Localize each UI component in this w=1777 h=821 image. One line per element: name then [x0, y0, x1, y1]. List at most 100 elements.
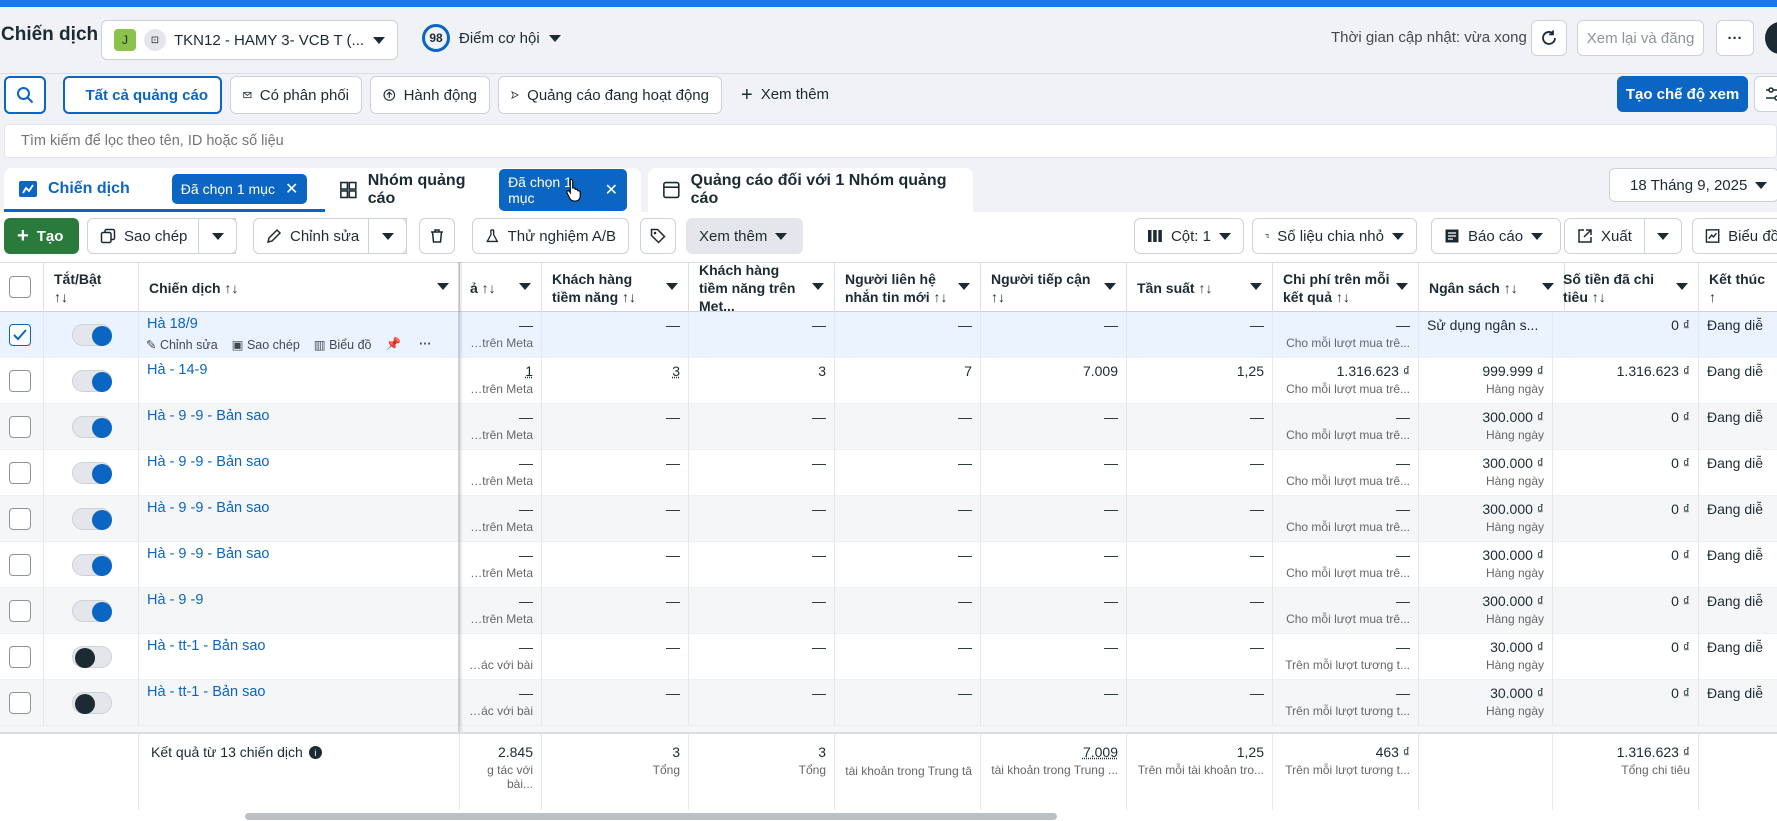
table-row[interactable]: Hà - 9 -9 — nua trên Meta — — — — — — Cho mỗi lượ… — [0, 588, 1777, 634]
campaign-toggle[interactable] — [72, 370, 112, 392]
create-button[interactable]: + Tạo — [4, 218, 79, 254]
campaign-name-link[interactable]: Hà - 9 -9 - Bản sao — [147, 408, 270, 424]
select-all-checkbox[interactable] — [9, 276, 31, 298]
delete-button[interactable] — [419, 218, 455, 254]
account-selector[interactable]: J ⊡ TKN12 - HAMY 3- VCB T (... — [101, 20, 398, 60]
export-button[interactable]: Xuất — [1564, 218, 1645, 254]
header-select-all[interactable] — [0, 263, 44, 313]
breakdown-button[interactable]: Số liệu chia nhỏ — [1252, 218, 1417, 254]
filter-more[interactable]: + Xem thêm — [741, 85, 829, 105]
table-row[interactable]: Hà - tt-1 - Bản sao—g tác với bài ...———… — [0, 680, 1777, 726]
campaign-toggle[interactable] — [72, 646, 112, 668]
tab-campaigns[interactable]: Chiến dịch Đã chọn 1 mục ✕ — [4, 168, 336, 212]
tab-adsets[interactable]: Nhóm quảng cáo Đã chọn 1 mục ✕ — [325, 168, 641, 212]
campaign-toggle[interactable] — [72, 324, 112, 346]
campaign-toggle[interactable] — [72, 692, 112, 714]
more-options-button[interactable]: ··· — [1716, 20, 1754, 56]
campaign-toggle[interactable] — [72, 416, 112, 438]
header-frequency[interactable]: Tần suất ↑↓ — [1127, 263, 1273, 313]
row-checkbox[interactable] — [9, 416, 31, 438]
edit-dropdown-button[interactable] — [368, 218, 407, 254]
ab-test-button[interactable]: Thử nghiệm A/B — [472, 218, 629, 254]
export-dropdown-button[interactable] — [1644, 218, 1682, 254]
row-checkbox[interactable] — [9, 646, 31, 668]
header-contacts[interactable]: Người liên hệ nhắn tin mới ↑↓ — [835, 263, 981, 313]
more-icon[interactable]: ··· — [419, 337, 432, 352]
filter-delivering[interactable]: Có phân phối — [230, 76, 362, 114]
header-cost[interactable]: Chi phí trên mỗi kết quả ↑↓ — [1273, 263, 1419, 313]
header-results[interactable]: ả ↑↓ — [460, 263, 542, 313]
avatar[interactable] — [1765, 22, 1777, 54]
row-edit-action[interactable]: ✎ Chỉnh sửa — [146, 337, 218, 352]
campaign-toggle[interactable] — [72, 554, 112, 576]
header-toggle[interactable]: Tắt/Bật ↑↓ — [44, 263, 139, 313]
row-checkbox[interactable] — [9, 324, 31, 346]
tab-ads[interactable]: Quảng cáo đối với 1 Nhóm quảng cáo — [648, 168, 973, 212]
cell-re: — — [981, 634, 1127, 680]
adsets-selected-pill[interactable]: Đã chọn 1 mục ✕ — [499, 169, 627, 211]
cell-value: — — [1396, 409, 1410, 425]
campaign-name-link[interactable]: Hà 18/9 — [147, 316, 198, 332]
campaign-name-link[interactable]: Hà - 14-9 — [147, 362, 207, 378]
cell-subtext: Hàng ngày — [1485, 612, 1544, 626]
campaigns-selected-pill[interactable]: Đã chọn 1 mục ✕ — [171, 173, 308, 204]
campaign-name-link[interactable]: Hà - 9 -9 - Bản sao — [147, 454, 270, 470]
campaign-toggle[interactable] — [72, 508, 112, 530]
table-row[interactable]: Hà - 14-9 1 nua trên Meta 3 3 7 7.009 1,25 1.316… — [0, 358, 1777, 404]
review-publish-button[interactable]: Xem lại và đăng — [1577, 20, 1704, 56]
row-checkbox[interactable] — [9, 370, 31, 392]
toolbar-more-button[interactable]: Xem thêm — [686, 218, 803, 254]
close-icon[interactable]: ✕ — [285, 179, 298, 199]
row-checkbox[interactable] — [9, 600, 31, 622]
header-spent[interactable]: Số tiền đã chi tiêu ↑↓ — [1553, 263, 1699, 313]
header-campaign[interactable]: Chiến dịch ↑↓ — [139, 263, 460, 313]
opportunity-score[interactable]: 98 Điểm cơ hội — [422, 24, 561, 52]
tag-button[interactable] — [640, 218, 676, 254]
row-chart-action[interactable]: ▥ Biểu đồ — [314, 337, 372, 352]
reports-button[interactable]: Báo cáo — [1431, 218, 1561, 254]
row-checkbox[interactable] — [9, 554, 31, 576]
search-button[interactable] — [4, 76, 46, 114]
row-name-cell: Hà - 9 -9 — [139, 588, 460, 634]
view-settings-button[interactable] — [1754, 76, 1777, 112]
row-checkbox[interactable] — [9, 508, 31, 530]
header-potential[interactable]: Khách hàng tiềm năng ↑↓ — [542, 263, 689, 313]
info-icon[interactable]: i — [308, 746, 322, 759]
create-view-button[interactable]: Tạo chế độ xem — [1617, 76, 1748, 112]
columns-button[interactable]: Cột: 1 — [1134, 218, 1244, 254]
header-end[interactable]: Kết thúc ↑ — [1699, 263, 1777, 313]
filter-active-ads[interactable]: Quảng cáo đang hoạt động — [498, 76, 722, 114]
campaign-name-link[interactable]: Hà - 9 -9 — [147, 592, 203, 608]
table-row[interactable]: Hà - 9 -9 - Bản sao — nua trên Meta — — — — — — C… — [0, 542, 1777, 588]
table-row[interactable]: Hà - 9 -9 - Bản sao — nua trên Meta — — — — — — C… — [0, 496, 1777, 542]
campaign-toggle[interactable] — [72, 462, 112, 484]
table-row[interactable]: Hà - 9 -9 - Bản sao — nua trên Meta — — — — — — C… — [0, 450, 1777, 496]
close-icon[interactable]: ✕ — [605, 180, 618, 200]
charts-button[interactable]: Biểu đồ — [1692, 218, 1777, 254]
filter-all-ads[interactable]: Tất cả quảng cáo — [63, 76, 222, 114]
table-row[interactable]: Hà - 9 -9 - Bản sao — nua trên Meta — — — — — — C… — [0, 404, 1777, 450]
campaign-name-link[interactable]: Hà - tt-1 - Bản sao — [147, 684, 265, 700]
header-potential-meta[interactable]: Khách hàng tiềm năng trên Met... — [689, 262, 835, 314]
search-input[interactable] — [4, 124, 1777, 158]
campaign-name-link[interactable]: Hà - 9 -9 - Bản sao — [147, 546, 270, 562]
header-reach[interactable]: Người tiếp cận ↑↓ — [981, 263, 1127, 313]
row-checkbox[interactable] — [9, 462, 31, 484]
date-range-picker[interactable]: 18 Tháng 9, 2025 — [1609, 168, 1777, 202]
pin-icon[interactable]: 📌 — [385, 337, 401, 352]
top-accent-stripe — [0, 0, 1777, 7]
campaign-name-link[interactable]: Hà - tt-1 - Bản sao — [147, 638, 265, 654]
campaign-name-link[interactable]: Hà - 9 -9 - Bản sao — [147, 500, 270, 516]
table-row[interactable]: Hà - tt-1 - Bản sao—g tác với bài ...———… — [0, 634, 1777, 680]
refresh-button[interactable] — [1531, 20, 1567, 56]
horizontal-scrollbar[interactable] — [0, 810, 1777, 821]
campaign-toggle[interactable] — [72, 600, 112, 622]
checkmark-icon — [13, 329, 27, 341]
copy-dropdown-button[interactable] — [198, 218, 237, 254]
cell-f: — — [1127, 680, 1273, 726]
scrollbar-thumb[interactable] — [245, 813, 1057, 820]
row-copy-action[interactable]: ▣ Sao chép — [232, 337, 300, 352]
row-checkbox[interactable] — [9, 692, 31, 714]
header-budget[interactable]: Ngân sách ↑↓ — [1419, 263, 1565, 313]
filter-actions[interactable]: Hành động — [370, 76, 490, 114]
